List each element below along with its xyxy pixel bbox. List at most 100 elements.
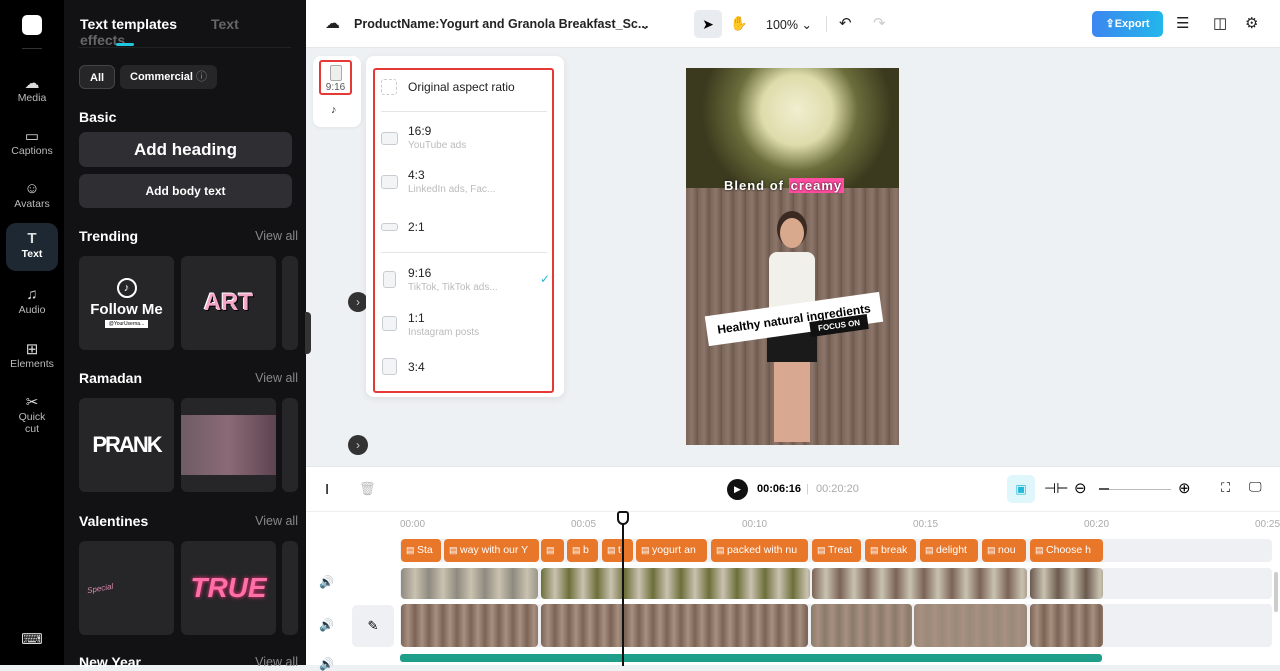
template-card[interactable]: Special [79,541,174,635]
chevron-down-icon[interactable]: ⌄ [640,17,650,32]
ratio-option-original[interactable]: Original aspect ratio [381,79,546,99]
audio-clip[interactable] [400,654,1102,662]
rail-item-audio[interactable]: ♫Audio [6,282,58,316]
section-title: Trending [79,228,138,244]
split-scene-icon[interactable]: ⊣⊢ [1044,480,1068,497]
view-all-link[interactable]: View all [255,229,298,243]
video-clip[interactable] [812,568,1027,599]
snap-icon[interactable]: ▣ [1007,475,1035,503]
undo-icon[interactable]: ↶ [839,14,852,32]
template-card[interactable]: PRANK [79,398,174,492]
caption-clip[interactable]: way with our Y [444,539,539,562]
video-preview[interactable]: Blend of creamy Healthy natural ingredie… [686,68,899,445]
preview-monitor-icon[interactable]: 🖵 [1249,479,1262,495]
ratio-option-3-4[interactable]: 3:4 [381,358,546,378]
edit-track-icon[interactable]: ✎ [352,605,394,647]
speaker-icon[interactable]: 🔊 [319,575,334,589]
filter-commercial[interactable]: Commercial ⓘ [120,65,217,89]
video-clip[interactable] [401,568,538,599]
caption-highlight: creamy [789,178,845,193]
video-clip[interactable] [1030,568,1103,599]
ratio-shape-icon [381,175,398,189]
zoom-out-icon[interactable]: ⊖ [1074,479,1087,497]
cloud-upload-icon: ☁ [6,74,58,92]
caption-clip[interactable]: yogurt an [636,539,707,562]
tab-text-templates[interactable]: Text templates [80,16,177,32]
select-pointer-icon[interactable]: ➤ [694,10,722,38]
settings-icon[interactable]: ⚙ [1245,14,1258,32]
speaker-icon[interactable]: 🔊 [319,657,334,671]
ratio-shape-icon [381,223,398,231]
video-clip[interactable] [401,604,538,647]
layers-icon[interactable]: ☰ [1176,14,1189,32]
template-card[interactable] [282,256,298,350]
export-button[interactable]: ⇪Export [1092,11,1163,37]
caption-clip[interactable] [541,539,564,562]
template-card[interactable] [282,398,298,492]
template-card[interactable]: ART [181,256,276,350]
avatar-icon: ☺ [6,180,58,198]
speaker-icon[interactable]: 🔊 [319,618,334,632]
caption-clip[interactable]: Treat [812,539,861,562]
add-body-text-button[interactable]: Add body text [79,174,292,208]
caption-clip[interactable]: t [602,539,633,562]
fullscreen-icon[interactable]: ⛶ [1221,480,1230,496]
add-heading-button[interactable]: Add heading [79,132,292,167]
project-name[interactable]: ProductName:Yogurt and Granola Breakfast… [354,17,648,31]
template-card[interactable] [181,398,276,492]
ratio-option-4-3[interactable]: 4:3LinkedIn ads, Fac... [381,168,546,198]
filter-all[interactable]: All [79,65,115,89]
divider [22,48,42,49]
template-card[interactable]: ♪ Follow Me @YourUserna... [79,256,174,350]
caption-clip[interactable]: Choose h [1030,539,1103,562]
aspect-ratio-button[interactable]: 9:16 [319,60,352,95]
caption-clip[interactable]: Sta [401,539,441,562]
playhead-handle[interactable] [617,511,629,525]
ratio-option-2-1[interactable]: 2:1 [381,220,546,240]
playhead[interactable] [622,512,624,666]
ratio-option-1-1[interactable]: 1:1Instagram posts [381,311,546,341]
zoom-slider[interactable] [1099,489,1171,490]
zoom-in-icon[interactable]: ⊕ [1178,479,1191,497]
text-panel: Text templatesText effects All Commercia… [64,0,306,665]
scrollbar[interactable] [1274,572,1278,612]
chevron-right-icon[interactable]: › [348,292,368,312]
chevron-right-icon[interactable]: › [348,435,368,455]
caption-clip[interactable]: packed with nu [711,539,808,562]
play-button[interactable]: ▶ [727,479,748,500]
collapse-panel-handle[interactable] [305,312,311,354]
redo-icon[interactable]: ↷ [873,14,886,32]
info-icon: ⓘ [196,71,207,83]
rail-item-text[interactable]: TText [6,223,58,271]
caption-clip[interactable]: b [567,539,598,562]
template-card[interactable]: TRUE [181,541,276,635]
keyboard-shortcuts-button[interactable]: ⌨ [6,626,58,648]
ratio-option-9-16[interactable]: 9:16TikTok, TikTok ads...✓ [381,266,546,296]
rail-item-media[interactable]: ☁Media [6,70,58,104]
view-all-link[interactable]: View all [255,514,298,528]
view-all-link[interactable]: View all [255,371,298,385]
rail-item-captions[interactable]: ▭Captions [6,123,58,157]
video-clip[interactable] [811,604,912,647]
video-clip[interactable] [541,604,808,647]
video-clip[interactable] [914,604,1027,647]
app-logo[interactable] [22,15,42,35]
rail-item-elements[interactable]: ⊞Elements [6,336,58,370]
split-icon[interactable]: Ⅰ [325,481,329,498]
view-all-link[interactable]: View all [255,655,298,669]
template-card[interactable] [282,541,298,635]
panel-layout-icon[interactable]: ◫ [1213,14,1227,32]
hand-icon[interactable]: ✋ [730,15,747,32]
cloud-save-icon[interactable]: ☁ [325,14,340,32]
zoom-select[interactable]: 100% ⌄ [766,17,812,32]
delete-icon[interactable]: 🗑 [359,481,376,497]
ratio-option-16-9[interactable]: 16:9YouTube ads [381,124,546,154]
caption-clip[interactable]: delight [920,539,978,562]
rail-item-quick-cut[interactable]: ✂Quick cut [6,389,58,435]
caption-clip[interactable]: break [865,539,916,562]
video-clip[interactable] [1030,604,1103,647]
rail-item-avatars[interactable]: ☺Avatars [6,176,58,210]
video-clip[interactable] [541,568,810,599]
option-sub: LinkedIn ads, Fac... [408,184,495,195]
caption-clip[interactable]: nou [982,539,1026,562]
